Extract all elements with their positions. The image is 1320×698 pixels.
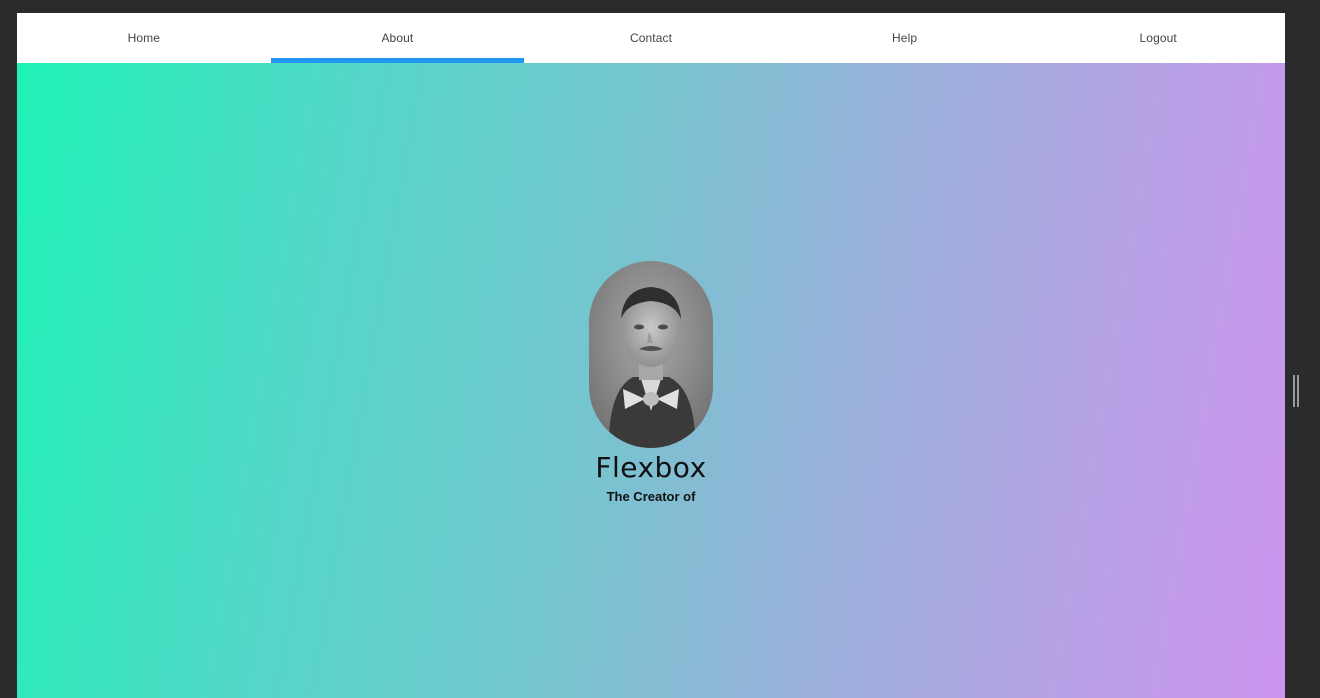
nav-item-label: About xyxy=(381,30,414,45)
nav-item-label: Contact xyxy=(629,30,673,45)
nav-item-contact[interactable]: Contact xyxy=(524,13,778,63)
nav-item-home[interactable]: Home xyxy=(17,13,271,63)
resize-handle-bar xyxy=(1293,375,1295,407)
nav-item-help[interactable]: Help xyxy=(778,13,1032,63)
nav-item-logout[interactable]: Logout xyxy=(1031,13,1285,63)
hero-section: Flexbox The Creator of xyxy=(17,63,1285,698)
hero-subtitle: The Creator of xyxy=(606,489,696,504)
resize-handle-icon[interactable] xyxy=(1293,375,1300,407)
resize-handle-bar xyxy=(1297,375,1299,407)
nav-item-about[interactable]: About xyxy=(270,13,525,63)
nav-item-label: Logout xyxy=(1139,30,1177,45)
hero-title: Flexbox xyxy=(595,451,707,484)
nav-item-label: Help xyxy=(892,30,918,45)
top-navbar: Home About Contact Help Logout xyxy=(17,13,1285,63)
browser-viewport: Home About Contact Help Logout Flexbox T… xyxy=(17,13,1285,698)
nav-item-label: Home xyxy=(127,30,160,45)
portrait-photo xyxy=(589,261,713,448)
